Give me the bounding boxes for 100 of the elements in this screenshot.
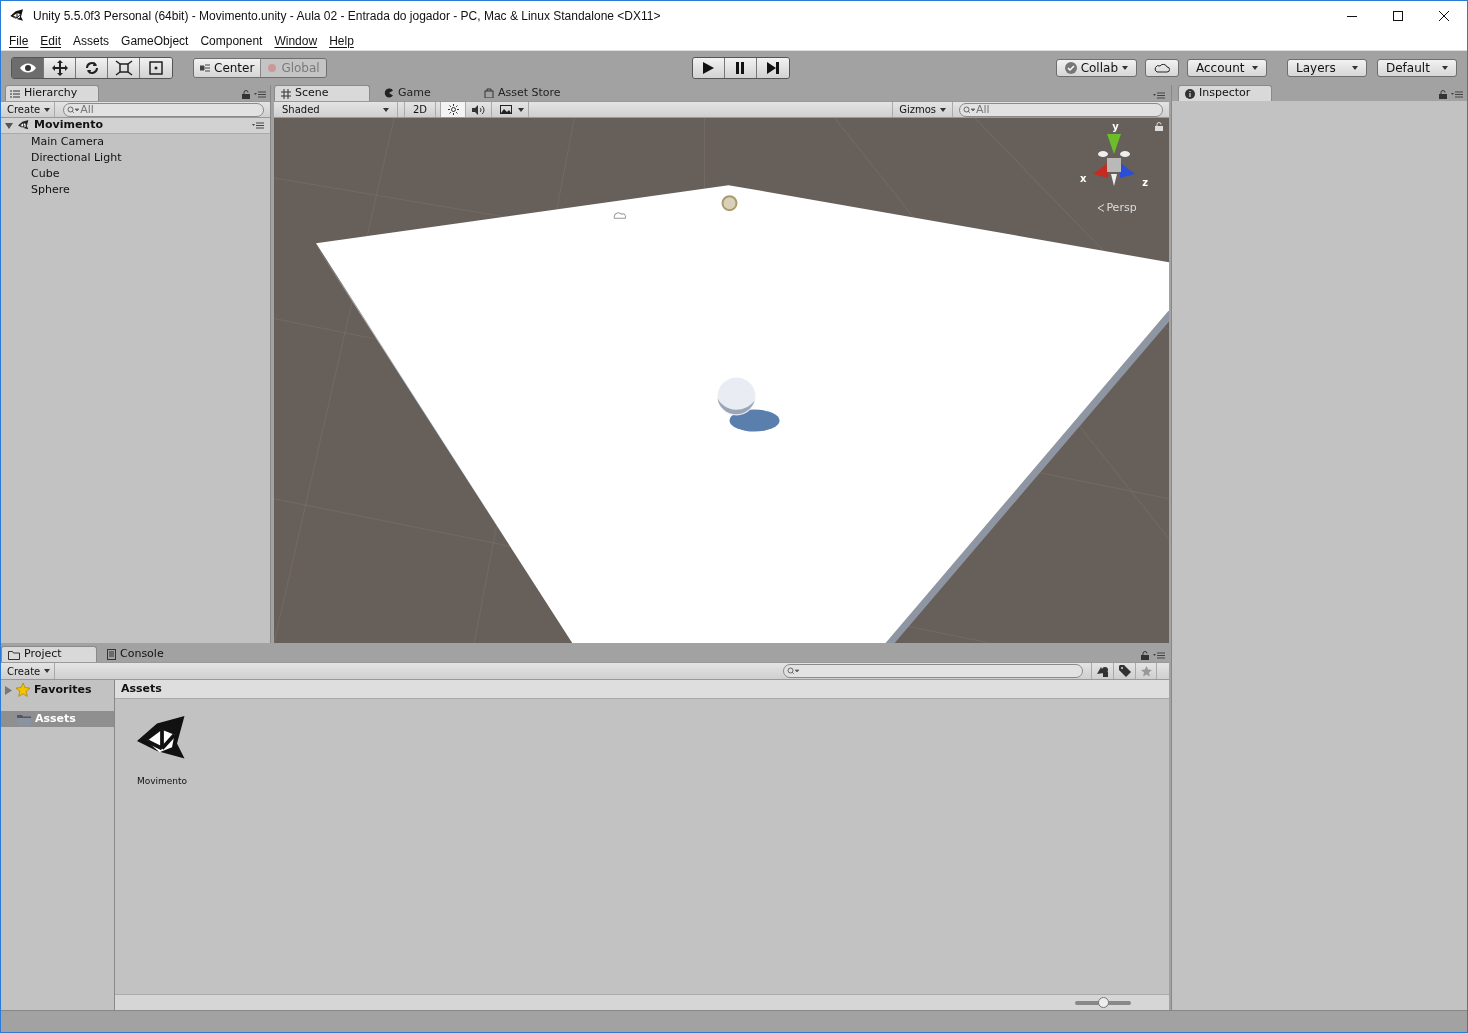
- scene-row[interactable]: Movimento: [1, 118, 270, 134]
- scene-name: Movimento: [34, 117, 103, 134]
- panel-menu-icon[interactable]: [1153, 92, 1165, 99]
- inspector-tab[interactable]: Inspector: [1178, 85, 1272, 101]
- tool-button[interactable]: [12, 58, 44, 78]
- move-icon: [50, 60, 69, 76]
- playback-button[interactable]: [692, 58, 725, 78]
- search-icon: [963, 105, 975, 114]
- pivot-icon: [267, 63, 278, 73]
- caret-icon: [44, 107, 51, 112]
- panel-menu-icon[interactable]: [1153, 652, 1165, 659]
- folder-icon: [8, 649, 20, 660]
- menu-item[interactable]: Window: [268, 31, 324, 50]
- collab-dropdown[interactable]: Collab: [1055, 59, 1137, 77]
- view-tab[interactable]: Asset Store: [474, 85, 570, 101]
- minimize-icon: [1347, 15, 1357, 17]
- maximize-icon: [1393, 11, 1403, 21]
- menu-item[interactable]: Help: [323, 31, 360, 50]
- pivot-button[interactable]: Center: [194, 59, 262, 77]
- zoom-slider[interactable]: [1075, 1000, 1131, 1005]
- chevron-left-icon: [1097, 204, 1105, 213]
- hierarchy-item[interactable]: Directional Light: [1, 150, 270, 166]
- list-icon: [10, 89, 20, 98]
- caret-icon: [383, 107, 389, 112]
- hierarchy-tab[interactable]: Hierarchy: [5, 85, 99, 101]
- pivot-icon: [200, 63, 210, 73]
- lock-icon[interactable]: [1155, 122, 1163, 131]
- cloud-icon: [1154, 63, 1170, 73]
- shading-dropdown[interactable]: Shaded: [274, 102, 398, 117]
- speaker-icon: [472, 104, 486, 115]
- gizmos-dropdown[interactable]: Gizmos: [892, 102, 953, 117]
- play-icon: [701, 61, 716, 75]
- menu-item[interactable]: Component: [194, 31, 269, 50]
- rect-tool-icon: [147, 60, 165, 76]
- layers-dropdown[interactable]: Layers: [1287, 59, 1367, 77]
- hierarchy-item[interactable]: Main Camera: [1, 134, 270, 150]
- menu-item[interactable]: File: [3, 31, 35, 50]
- playback-button[interactable]: [756, 58, 789, 78]
- tool-button[interactable]: [44, 58, 76, 78]
- hierarchy-item[interactable]: Cube: [1, 166, 270, 182]
- lighting-toggle[interactable]: [440, 102, 467, 117]
- layout-dropdown[interactable]: Default: [1377, 59, 1457, 77]
- caret-icon: [940, 107, 946, 112]
- lock-icon[interactable]: [1141, 651, 1149, 660]
- sun-icon: [447, 104, 459, 115]
- account-dropdown[interactable]: Account: [1187, 59, 1267, 77]
- star-icon: [1140, 665, 1152, 677]
- menu-item[interactable]: GameObject: [115, 31, 195, 50]
- tool-button[interactable]: [76, 58, 108, 78]
- tool-button[interactable]: [108, 58, 140, 78]
- axis-label: y: [1112, 122, 1119, 132]
- caret-icon: [1122, 66, 1128, 70]
- create-dropdown[interactable]: Create: [7, 102, 56, 117]
- scene-search-field[interactable]: All: [959, 102, 1163, 117]
- view-tab[interactable]: Game: [374, 85, 470, 101]
- lock-icon[interactable]: [242, 90, 250, 99]
- create-dropdown[interactable]: Create: [7, 663, 56, 679]
- expand-triangle-icon[interactable]: [5, 685, 12, 695]
- info-icon: [1185, 88, 1195, 99]
- slider-thumb[interactable]: [1098, 996, 1109, 1008]
- scale-icon: [114, 60, 133, 76]
- panel-menu-icon[interactable]: [1451, 91, 1463, 98]
- projection-label[interactable]: Persp: [1106, 200, 1137, 217]
- folder-icon: [17, 713, 31, 725]
- hierarchy-search-field[interactable]: All: [63, 102, 264, 117]
- caret-icon: [1442, 66, 1448, 70]
- menu-item[interactable]: Edit: [34, 31, 68, 50]
- cloud-button[interactable]: [1145, 59, 1179, 77]
- grid-icon: [281, 88, 291, 99]
- shapes-icon: [1096, 665, 1109, 677]
- panel-menu-icon[interactable]: [254, 91, 266, 98]
- breadcrumb[interactable]: Assets: [115, 680, 1169, 699]
- project-tree-item[interactable]: Favorites: [1, 682, 114, 698]
- expand-triangle-icon[interactable]: [5, 121, 13, 130]
- project-search-field[interactable]: [783, 664, 1083, 678]
- playback-button[interactable]: [724, 58, 757, 78]
- view-tab[interactable]: Scene: [274, 85, 370, 101]
- hierarchy-item[interactable]: Sphere: [1, 182, 270, 198]
- caret-icon: [1252, 66, 1258, 70]
- caret-icon: [518, 107, 525, 112]
- menu-item[interactable]: Assets: [67, 31, 116, 50]
- scene-icon: [17, 119, 30, 132]
- panel-tab[interactable]: Console: [101, 646, 197, 662]
- caret-icon: [1352, 66, 1358, 70]
- window-title: Unity 5.5.0f3 Personal (64bit) - Movimento.unity - Aula 02 - Entrada do jogador - PC, Mac & Linux Standalone <DX11>: [33, 8, 661, 25]
- pacman-icon: [384, 88, 394, 98]
- panel-tab[interactable]: Project: [1, 646, 97, 662]
- asset-item[interactable]: Movimento: [133, 711, 191, 994]
- 2d-toggle[interactable]: 2D: [404, 102, 437, 117]
- close-icon: [1439, 11, 1449, 21]
- search-icon: [67, 105, 80, 114]
- tag-icon: [1118, 665, 1131, 677]
- panel-menu-icon[interactable]: [252, 122, 264, 129]
- image-icon: [500, 105, 513, 114]
- console-icon: [107, 648, 116, 660]
- scene-view[interactable]: y x z Persp: [274, 118, 1169, 643]
- axis-label: x: [1080, 174, 1087, 184]
- bag-icon: [484, 88, 494, 98]
- tool-button[interactable]: [140, 58, 172, 78]
- lock-icon[interactable]: [1439, 90, 1447, 99]
